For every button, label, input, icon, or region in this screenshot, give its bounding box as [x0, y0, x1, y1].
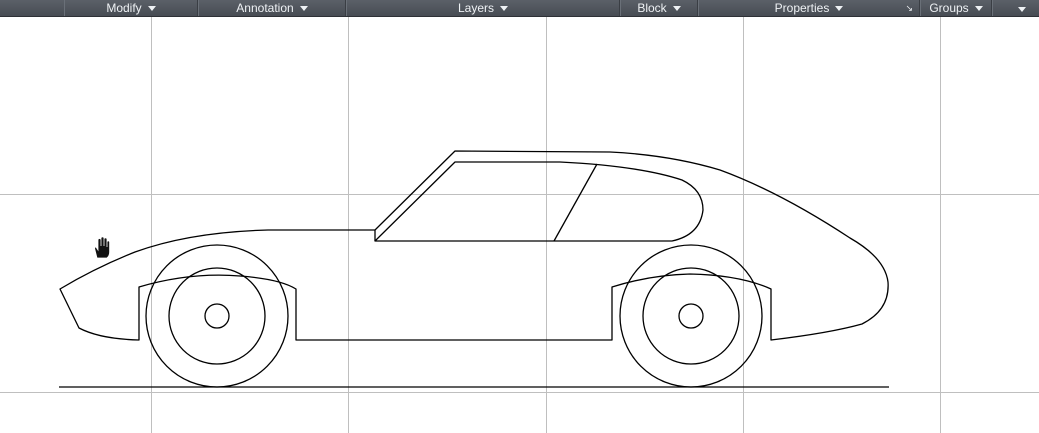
dialog-launcher-icon[interactable]: ↘ — [905, 1, 913, 15]
chevron-down-icon — [1018, 6, 1026, 12]
ribbon-panel-label: Modify — [106, 1, 142, 15]
caret-down-icon — [500, 6, 509, 11]
ribbon-panel-layers[interactable]: Layers — [346, 0, 620, 16]
front-wheel[interactable] — [145, 244, 289, 388]
ribbon-panel-block[interactable]: Block — [620, 0, 698, 16]
front-rim[interactable] — [168, 267, 266, 365]
car-body-outline[interactable] — [59, 150, 889, 341]
ribbon-panel-modify[interactable]: Modify — [64, 0, 198, 16]
ribbon-panel-label: Annotation — [236, 1, 294, 15]
ribbon-panel-annotation[interactable]: Annotation — [198, 0, 346, 16]
pan-hand-icon — [94, 236, 110, 259]
ribbon-panel-properties[interactable]: Properties ↘ — [698, 0, 920, 16]
grid — [0, 17, 1039, 433]
caret-down-icon — [147, 6, 156, 11]
rear-wheel[interactable] — [619, 244, 763, 388]
ribbon-panel-label: Layers — [457, 1, 495, 15]
car-drawing[interactable] — [59, 150, 889, 388]
ribbon-panel-groups[interactable]: Groups — [920, 0, 992, 16]
rear-tire[interactable] — [619, 244, 763, 388]
ribbon-dropdown-button[interactable] — [992, 0, 1039, 16]
cad-application: Modify Annotation Layers Block Propertie… — [0, 0, 1039, 433]
caret-down-icon — [974, 6, 983, 11]
rear-hub[interactable] — [678, 303, 704, 329]
rear-rim[interactable] — [642, 267, 740, 365]
caret-down-icon — [835, 6, 844, 11]
front-hub[interactable] — [204, 303, 230, 329]
caret-down-icon — [299, 6, 308, 11]
caret-down-icon — [672, 6, 681, 11]
front-tire[interactable] — [145, 244, 289, 388]
ribbon-panel-label: Block — [637, 1, 667, 15]
window-divider[interactable] — [553, 163, 598, 242]
ribbon-panel-label: Properties — [774, 1, 830, 15]
ribbon-panel-label: Groups — [929, 1, 969, 15]
drawing-canvas[interactable] — [0, 17, 1039, 433]
ribbon-panel-bar: Modify Annotation Layers Block Propertie… — [0, 0, 1039, 17]
window-frame[interactable] — [374, 161, 704, 242]
